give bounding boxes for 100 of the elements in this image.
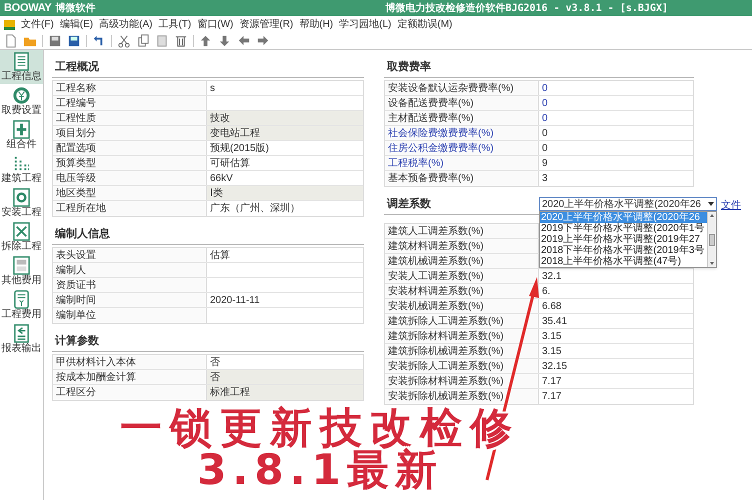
section-heading: 工程概况: [54, 60, 100, 74]
dropdown-option[interactable]: 2018下半年价格水平调整(2019年3号: [540, 245, 707, 256]
ring-box-icon: [12, 188, 31, 207]
app-menu-icon[interactable]: [4, 20, 15, 30]
menu-item[interactable]: 文件(F): [21, 17, 54, 32]
field-value[interactable]: 35.41: [539, 314, 693, 328]
panel-icon: [12, 256, 31, 275]
field-label: 按成本加酬金计算: [56, 372, 136, 383]
input-field[interactable]: [207, 263, 363, 277]
field-label: 建筑拆除材料调差系数(%): [388, 331, 504, 342]
field-label: 工程性质: [56, 113, 96, 124]
save-icon[interactable]: [48, 34, 62, 48]
field-label: 安装机械调差系数(%): [388, 301, 484, 312]
field-value[interactable]: 3: [539, 171, 693, 186]
menu-item[interactable]: 帮助(H): [299, 17, 334, 32]
tools-box-icon: [12, 222, 31, 241]
field-value[interactable]: 32.15: [539, 359, 693, 373]
field-value[interactable]: 3.15: [539, 329, 693, 343]
field-label-link[interactable]: 社会保险费缴费费率(%): [388, 128, 494, 139]
field-label: 建筑拆除人工调差系数(%): [388, 316, 504, 327]
yen-coin-icon: [12, 86, 31, 105]
sidebar-item[interactable]: 工程信息: [0, 50, 43, 84]
cut-icon[interactable]: [117, 34, 131, 48]
field-value[interactable]: Ⅰ类: [207, 186, 363, 200]
scroll-up-icon[interactable]: [710, 214, 714, 217]
menu-item[interactable]: 窗口(W): [197, 17, 234, 32]
scrollbar[interactable]: [707, 212, 716, 267]
new-file-icon[interactable]: [4, 34, 18, 48]
menu-item[interactable]: 定额勘误(M): [397, 17, 452, 32]
caption-text: 3.8.1最新: [197, 449, 443, 491]
copy-icon[interactable]: [136, 34, 150, 48]
field-label: 建筑拆除机械调差系数(%): [388, 346, 504, 357]
field-value[interactable]: 估算: [207, 248, 363, 262]
field-label: 表头设置: [56, 250, 96, 261]
arrow-document-icon: [12, 324, 31, 343]
dropdown-option[interactable]: 2019上半年价格水平调整(2019年27: [540, 234, 707, 245]
menu-item[interactable]: 资源管理(R): [239, 17, 294, 32]
field-label: 工程编号: [56, 98, 96, 109]
input-field[interactable]: [207, 96, 363, 110]
section-heading: 取费费率: [386, 60, 432, 74]
dropdown-option[interactable]: 2019下半年价格水平调整(2020年1号: [540, 223, 707, 234]
field-value[interactable]: 0: [539, 96, 693, 110]
field-value[interactable]: 变电站工程: [207, 126, 363, 140]
delete-icon[interactable]: [174, 34, 188, 48]
menu-item[interactable]: 高级功能(A): [99, 17, 152, 32]
field-value[interactable]: 0: [539, 126, 693, 140]
sidebar-item[interactable]: 其他费用: [0, 254, 43, 288]
field-label: 安装人工调差系数(%): [388, 271, 484, 282]
field-value[interactable]: 0: [539, 141, 693, 155]
field-label: 电压等级: [56, 173, 96, 184]
field-value[interactable]: 预规(2015版): [207, 141, 363, 155]
up-arrow-icon[interactable]: [199, 34, 213, 48]
scroll-down-icon[interactable]: [710, 262, 714, 265]
field-label: 基本预备费费率(%): [388, 173, 474, 184]
field-value[interactable]: 66kV: [207, 171, 363, 185]
field-value[interactable]: 否: [207, 370, 363, 384]
field-value[interactable]: 技改: [207, 111, 363, 125]
dot-grid-icon: [12, 154, 31, 173]
dropdown[interactable]: 2020上半年价格水平调整(2020年26: [539, 197, 717, 211]
field-label: 编制人: [56, 265, 86, 276]
field-label: 甲供材料计入本体: [56, 357, 136, 368]
list-icon: [12, 52, 31, 71]
app-logo-subtitle: 博微软件: [55, 2, 96, 16]
field-value[interactable]: 7.17: [539, 389, 693, 404]
scroll-thumb[interactable]: [709, 234, 715, 246]
field-label: 建筑人工调差系数(%): [388, 226, 484, 237]
field-value[interactable]: 6.: [539, 284, 693, 298]
save-icon[interactable]: [67, 34, 81, 48]
file-link[interactable]: 文件: [721, 198, 741, 213]
field-label: 建筑机械调差系数(%): [388, 256, 484, 267]
field-label: 配置选项: [56, 143, 96, 154]
field-value[interactable]: 0: [539, 111, 693, 125]
right-arrow-icon[interactable]: [256, 34, 270, 48]
dropdown-option[interactable]: 2018上半年价格水平调整(47号): [540, 256, 707, 267]
field-value[interactable]: s: [207, 81, 363, 95]
field-value[interactable]: 广东（广州、深圳）: [207, 201, 363, 216]
caret-icon: [708, 202, 714, 206]
menu-item[interactable]: 学习园地(L): [339, 17, 392, 32]
field-label-link[interactable]: 工程税率(%): [388, 158, 444, 169]
input-field[interactable]: [207, 278, 363, 292]
paste-icon[interactable]: [155, 34, 169, 48]
field-value[interactable]: 2020-11-11: [207, 293, 363, 307]
left-arrow-icon[interactable]: [237, 34, 251, 48]
field-value[interactable]: 标准工程: [207, 385, 363, 400]
field-value[interactable]: 0: [539, 81, 693, 95]
field-label: 资质证书: [56, 280, 96, 291]
field-label: 设备配送费费率(%): [388, 98, 474, 109]
field-label: 主材配送费费率(%): [388, 113, 474, 124]
down-arrow-icon[interactable]: [218, 34, 232, 48]
field-value[interactable]: 6.68: [539, 299, 693, 313]
field-value[interactable]: 3.15: [539, 344, 693, 358]
field-value[interactable]: 32.1: [539, 269, 693, 283]
field-value[interactable]: 9: [539, 156, 693, 170]
field-value[interactable]: 7.17: [539, 374, 693, 388]
menu-item[interactable]: 工具(T): [158, 17, 192, 32]
field-value[interactable]: 否: [207, 355, 363, 369]
field-value[interactable]: 可研估算: [207, 156, 363, 170]
menu-item[interactable]: 编辑(E): [60, 17, 94, 32]
input-field[interactable]: [207, 308, 363, 323]
field-label-link[interactable]: 住房公积金缴费费率(%): [388, 143, 494, 154]
